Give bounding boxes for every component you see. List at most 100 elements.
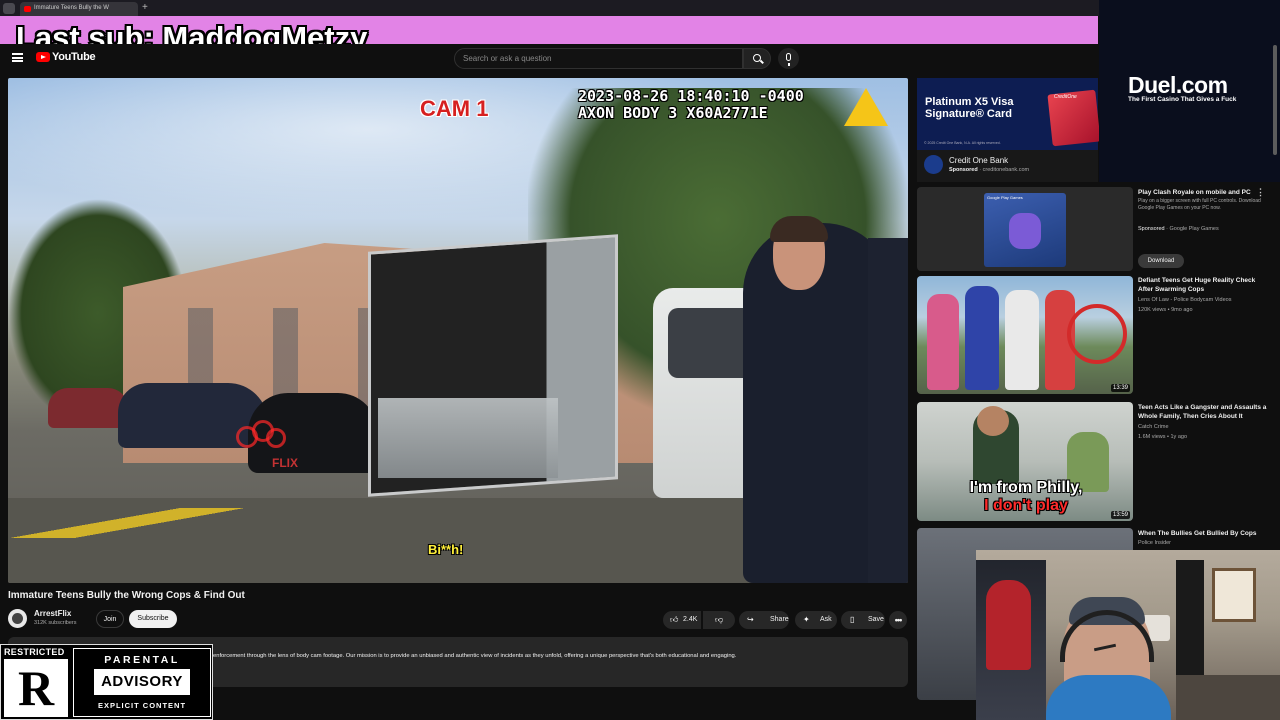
game-sponsored-label: Sponsored	[1138, 226, 1165, 232]
recommendation-thumbnail[interactable]	[917, 276, 1133, 394]
share-label: Share	[770, 616, 789, 623]
scrollbar-thumb[interactable]	[1273, 45, 1277, 155]
video-duration: 13:59	[1111, 511, 1131, 519]
wall-frame	[1212, 568, 1256, 622]
thumb-figure	[927, 294, 959, 390]
video-trailer-plate	[378, 398, 558, 478]
save-label: Save	[868, 616, 884, 623]
ad-domain[interactable]: creditonebank.com	[983, 167, 1029, 173]
restricted-label: RESTRICTED	[4, 647, 65, 657]
youtube-header: YouTube Search or ask a question	[0, 44, 1098, 74]
video-title: Immature Teens Bully the Wrong Cops & Fi…	[8, 590, 245, 601]
thumb-caption-line-2: I don't play	[984, 497, 1068, 514]
flag-figure	[986, 580, 1031, 670]
video-officer-hair	[770, 216, 828, 242]
rating-r-box: R	[4, 659, 68, 717]
game-ad-title[interactable]: Play Clash Royale on mobile and PC	[1138, 189, 1268, 198]
duel-logo: Duel.com	[1128, 72, 1228, 98]
advertiser-avatar[interactable]	[924, 155, 943, 174]
sponsored-label: Sponsored	[949, 167, 978, 173]
browser-tab[interactable]: Immature Teens Bully the W	[20, 2, 138, 16]
game-ad-description: Play on a bigger screen with full PC con…	[1138, 198, 1261, 211]
thumb-caption-line-1: I'm from Philly,	[969, 479, 1083, 496]
channel-avatar[interactable]	[8, 609, 27, 628]
game-character-icon	[1009, 213, 1041, 249]
search-button[interactable]	[743, 48, 771, 69]
pa-bottom-text: EXPLICIT CONTENT	[97, 701, 187, 710]
game-ad-thumbnail[interactable]: Google Play Games	[917, 187, 1133, 271]
hamburger-menu-icon[interactable]	[12, 53, 23, 62]
video-yellow-curb	[8, 508, 268, 538]
browser-tab-bar: Immature Teens Bully the W +	[0, 0, 1280, 16]
thumb-face	[977, 406, 1009, 436]
join-button[interactable]: Join	[96, 610, 124, 628]
tab-title: Immature Teens Bully the W	[34, 5, 109, 11]
arrestflix-watermark-icon	[236, 418, 294, 458]
recommendation-channel[interactable]: Police Insider	[1138, 539, 1268, 547]
recommendation-title[interactable]: Defiant Teens Get Huge Reality Check Aft…	[1138, 277, 1268, 294]
more-actions-button[interactable]: •••	[889, 611, 907, 629]
rating-letter: R	[18, 660, 55, 716]
video-red-car	[48, 388, 128, 428]
ad-fine-print: © 2025 Credit One Bank, N.A. All rights …	[924, 141, 1001, 145]
last-sub-banner: Last sub: MaddogMetzy	[0, 16, 1098, 55]
bookmark-icon: ▯	[850, 615, 855, 624]
recommendation-thumbnail[interactable]: I'm from Philly, I don't play	[917, 402, 1133, 521]
axon-logo-icon	[842, 86, 892, 130]
page-bottom-strip	[213, 700, 913, 720]
subscribe-button[interactable]: Subscribe	[129, 610, 177, 628]
pa-top-text: PARENTAL	[104, 654, 180, 666]
save-button[interactable]: ▯ Save	[841, 611, 885, 629]
share-icon: ↪	[747, 615, 754, 624]
thumb-highlight-circle	[1067, 304, 1127, 364]
voice-search-button[interactable]	[778, 48, 799, 69]
like-button[interactable]: 👍︎ 2.4K	[663, 611, 701, 629]
recommendation-title[interactable]: Teen Acts Like a Gangster and Assaults a…	[1138, 404, 1268, 421]
recommendation-stats: 120K views • 9mo ago	[1138, 307, 1193, 313]
recommendation-channel[interactable]: Lens Of Law - Police Bodycam Videos	[1138, 296, 1268, 304]
video-duration: 13:39	[1111, 384, 1131, 392]
game-ad-sponsor-line: Sponsored · Google Play Games	[1138, 226, 1219, 232]
bodycam-timestamp: 2023-08-26 18:40:10 -0400 AXON BODY 3 X6…	[578, 88, 804, 122]
advertiser-name[interactable]: Credit One Bank	[949, 156, 1008, 165]
couch	[1176, 675, 1280, 720]
microphone-icon	[786, 53, 791, 66]
ad-sponsored-line: Sponsored · creditonebank.com	[949, 167, 1030, 173]
ask-button[interactable]: ✦ Ask	[795, 611, 837, 629]
thumb-figure	[965, 286, 999, 390]
youtube-favicon-icon	[24, 6, 31, 12]
streamer-webcam	[976, 550, 1280, 720]
streamer-shirt	[1046, 675, 1171, 720]
duel-tagline: The First Casino That Gives a Fuck	[1128, 96, 1237, 103]
recommendation-title[interactable]: When The Bullies Get Bullied By Cops	[1138, 530, 1268, 539]
plus-icon[interactable]: +	[142, 3, 148, 13]
subscriber-count: 312K subscribers	[34, 620, 77, 626]
screen: Immature Teens Bully the W + Last sub: M…	[0, 0, 1280, 720]
video-player[interactable]: FLIX CAM 1 2023-08-26 18:40:10 -0400 AXO…	[8, 78, 908, 583]
thumbs-down-icon: 👎︎	[715, 615, 724, 624]
recommendation-stats: 1.6M views • 1y ago	[1138, 434, 1188, 440]
restricted-overlay: RESTRICTED R PARENTAL ADVISORY EXPLICIT …	[0, 644, 213, 720]
dislike-button[interactable]: 👎︎	[703, 611, 735, 629]
youtube-logo-icon[interactable]	[36, 52, 50, 62]
pa-mid-text: ADVISORY	[94, 669, 190, 695]
share-button[interactable]: ↪ Share	[739, 611, 789, 629]
parental-advisory-logo: PARENTAL ADVISORY EXPLICIT CONTENT	[73, 648, 211, 717]
recommendation-channel[interactable]: Catch Crime	[1138, 423, 1268, 431]
game-ad-thumb-label: Google Play Games	[987, 195, 1023, 200]
sparkle-icon: ✦	[803, 615, 810, 624]
ad-headline: Platinum X5 Visa Signature® Card	[925, 96, 1014, 120]
search-input[interactable]: Search or ask a question	[454, 48, 743, 69]
channel-name[interactable]: ArrestFlix	[34, 609, 71, 618]
youtube-logo-text[interactable]: YouTube	[52, 51, 96, 63]
video-caption: Bi**h!	[428, 542, 464, 557]
thumbs-up-icon: 👍︎	[670, 615, 679, 624]
like-count: 2.4K	[683, 616, 698, 623]
card-brand-text: CreditOne	[1054, 94, 1077, 100]
timestamp-text: 2023-08-26 18:40:10 -0400	[578, 87, 804, 105]
download-button[interactable]: Download	[1138, 254, 1184, 268]
more-vert-icon[interactable]: ⋮	[1256, 188, 1265, 197]
video-officer-right	[868, 238, 908, 583]
tab-group-button[interactable]	[3, 3, 15, 14]
search-icon	[753, 54, 761, 62]
